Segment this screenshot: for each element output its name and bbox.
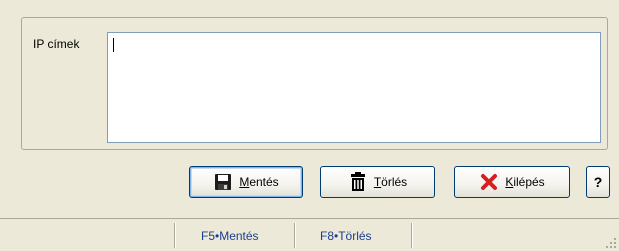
help-button-label: ? xyxy=(593,174,603,190)
status-separator xyxy=(174,223,176,248)
status-separator xyxy=(294,223,296,248)
save-button-label: Mentés xyxy=(239,175,279,189)
delete-button[interactable]: Törlés xyxy=(320,166,435,198)
exit-button[interactable]: Kilépés xyxy=(454,166,570,198)
status-separator xyxy=(411,223,413,248)
text-caret xyxy=(113,38,114,52)
red-x-icon xyxy=(479,172,499,192)
help-button[interactable]: ? xyxy=(586,166,610,198)
exit-button-label: Kilépés xyxy=(505,175,545,189)
ip-addresses-textarea[interactable] xyxy=(107,32,601,143)
save-button[interactable]: Mentés xyxy=(189,166,303,198)
status-shortcut-save: F5•Mentés xyxy=(201,229,259,243)
status-shortcut-delete: F8•Törlés xyxy=(320,229,372,243)
ip-addresses-label: IP címek xyxy=(33,37,80,51)
status-bar: F5•Mentés F8•Törlés xyxy=(0,218,619,251)
resize-grip-icon[interactable] xyxy=(605,237,617,249)
delete-button-label: Törlés xyxy=(373,175,408,189)
floppy-disk-icon xyxy=(213,172,233,192)
trash-can-icon xyxy=(348,172,368,192)
form-panel: IP címek xyxy=(21,17,608,150)
